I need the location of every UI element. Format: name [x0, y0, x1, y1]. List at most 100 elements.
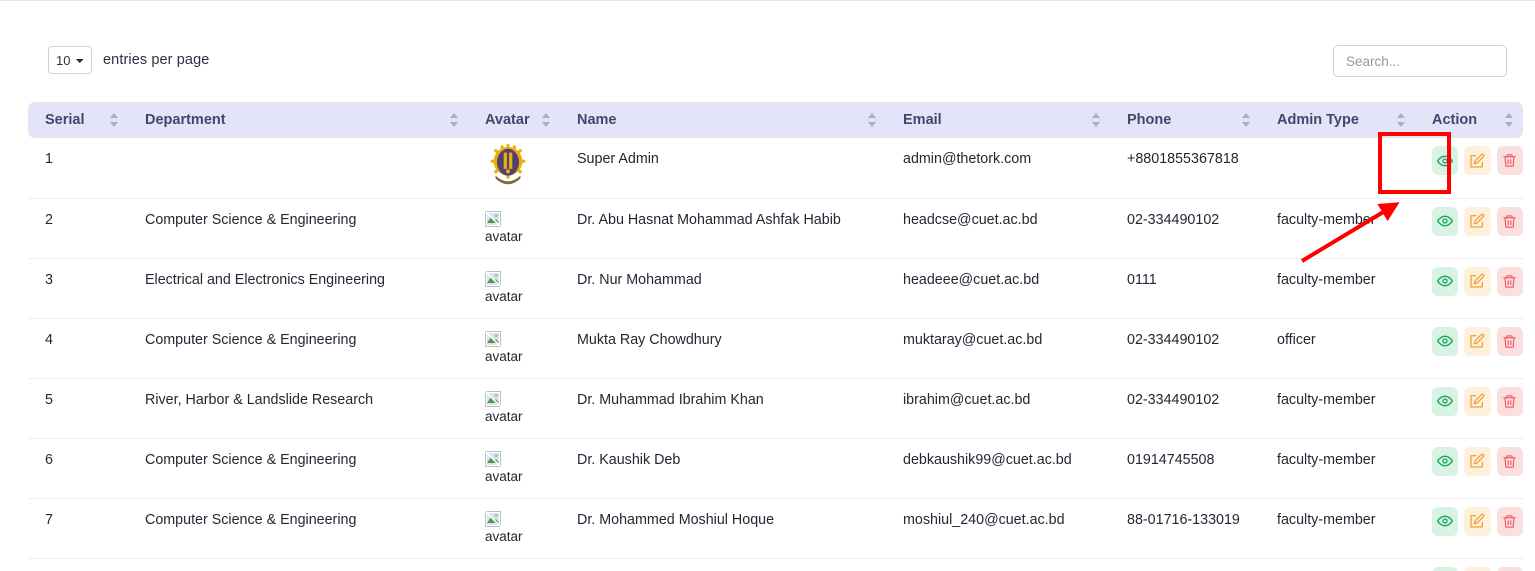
admins-table-container: Serial Department Avatar Name — [28, 102, 1523, 571]
delete-button[interactable] — [1497, 507, 1523, 536]
delete-button[interactable] — [1497, 327, 1523, 356]
cell-admin-type: faculty-member — [1260, 378, 1415, 438]
sort-icon[interactable] — [1505, 112, 1515, 128]
sort-icon[interactable] — [110, 112, 120, 128]
entries-per-page-label: entries per page — [103, 52, 209, 68]
cell-email: debkaushik99@cuet.ac.bd — [886, 438, 1110, 498]
admin-list-page: 10 25 50 100 entries per page — [0, 0, 1535, 571]
column-label: Action — [1432, 112, 1477, 128]
avatar-broken-image: avatar — [485, 391, 560, 424]
cell-email: ibrahim@cuet.ac.bd — [886, 378, 1110, 438]
cell-phone: 02-334490102 — [1110, 198, 1260, 258]
edit-button[interactable] — [1464, 207, 1490, 236]
cell-serial: 2 — [28, 198, 128, 258]
table-header-row: Serial Department Avatar Name — [28, 102, 1523, 138]
sort-icon[interactable] — [542, 112, 552, 128]
sort-icon[interactable] — [1092, 112, 1102, 128]
edit-button[interactable] — [1464, 507, 1490, 536]
view-button[interactable] — [1432, 387, 1458, 416]
column-label: Name — [577, 112, 617, 128]
trash-icon — [1502, 153, 1517, 168]
cell-admin-type: faculty-member — [1260, 498, 1415, 558]
eye-icon — [1437, 213, 1453, 229]
table-row[interactable]: 2Computer Science & EngineeringavatarDr.… — [28, 198, 1523, 258]
pencil-square-icon — [1469, 153, 1485, 169]
column-header-serial[interactable]: Serial — [28, 102, 128, 138]
table-head: Serial Department Avatar Name — [28, 102, 1523, 138]
cell-department: Computer Science & Engineering — [128, 198, 468, 258]
edit-button[interactable] — [1464, 327, 1490, 356]
column-header-department[interactable]: Department — [128, 102, 468, 138]
action-button-group — [1432, 267, 1523, 296]
edit-button[interactable] — [1464, 387, 1490, 416]
eye-icon — [1437, 333, 1453, 349]
cell-phone: 01914745508 — [1110, 438, 1260, 498]
column-header-phone[interactable]: Phone — [1110, 102, 1260, 138]
table-row[interactable] — [28, 558, 1523, 571]
delete-button[interactable] — [1497, 146, 1523, 175]
sort-icon[interactable] — [1397, 112, 1407, 128]
edit-button[interactable] — [1464, 146, 1490, 175]
cell-name: Dr. Mohammed Moshiul Hoque — [560, 498, 886, 558]
avatar-alt-text: avatar — [485, 349, 560, 364]
cell-admin-type — [1260, 558, 1415, 571]
cell-email: admin@thetork.com — [886, 138, 1110, 198]
cell-department: River, Harbor & Landslide Research — [128, 378, 468, 438]
eye-icon — [1437, 453, 1453, 469]
table-toolbar: 10 25 50 100 entries per page — [28, 31, 1507, 91]
edit-button[interactable] — [1464, 267, 1490, 296]
action-button-group — [1432, 567, 1523, 571]
pencil-square-icon — [1469, 453, 1485, 469]
search-input[interactable] — [1333, 45, 1507, 77]
column-header-email[interactable]: Email — [886, 102, 1110, 138]
cell-serial: 7 — [28, 498, 128, 558]
cell-action — [1415, 318, 1523, 378]
cell-admin-type: faculty-member — [1260, 438, 1415, 498]
cell-avatar: avatar — [468, 318, 560, 378]
table-row[interactable]: 3Electrical and Electronics Engineeringa… — [28, 258, 1523, 318]
cell-phone: 02-334490102 — [1110, 318, 1260, 378]
delete-button[interactable] — [1497, 447, 1523, 476]
avatar-alt-text: avatar — [485, 529, 560, 544]
column-header-name[interactable]: Name — [560, 102, 886, 138]
table-row[interactable]: 1Super Adminadmin@thetork.com+8801855367… — [28, 138, 1523, 198]
cell-department: Computer Science & Engineering — [128, 438, 468, 498]
avatar-alt-text: avatar — [485, 289, 560, 304]
entries-per-page-select[interactable]: 10 25 50 100 — [48, 46, 92, 74]
table-row[interactable]: 7Computer Science & Engineering avatarDr.… — [28, 498, 1523, 558]
view-button[interactable] — [1432, 507, 1458, 536]
sort-icon[interactable] — [450, 112, 460, 128]
cell-name — [560, 558, 886, 571]
sort-icon[interactable] — [868, 112, 878, 128]
cell-avatar: avatar — [468, 438, 560, 498]
cell-name: Dr. Muhammad Ibrahim Khan — [560, 378, 886, 438]
trash-icon — [1502, 514, 1517, 529]
avatar-broken-image: avatar — [485, 271, 560, 304]
table-body: 1Super Adminadmin@thetork.com+8801855367… — [28, 138, 1523, 571]
cell-department: Computer Science & Engineering — [128, 498, 468, 558]
column-header-avatar[interactable]: Avatar — [468, 102, 560, 138]
column-label: Phone — [1127, 112, 1171, 128]
table-row[interactable]: 5River, Harbor & Landslide Researchavata… — [28, 378, 1523, 438]
view-button[interactable] — [1432, 207, 1458, 236]
cell-serial: 1 — [28, 138, 128, 198]
view-button[interactable] — [1432, 567, 1458, 571]
sort-icon[interactable] — [1242, 112, 1252, 128]
cell-serial: 6 — [28, 438, 128, 498]
edit-button[interactable] — [1464, 567, 1490, 571]
view-button[interactable] — [1432, 447, 1458, 476]
trash-icon — [1502, 334, 1517, 349]
pencil-square-icon — [1469, 213, 1485, 229]
delete-button[interactable] — [1497, 567, 1523, 571]
cell-action — [1415, 558, 1523, 571]
edit-button[interactable] — [1464, 447, 1490, 476]
table-row[interactable]: 6Computer Science & EngineeringavatarDr.… — [28, 438, 1523, 498]
view-button[interactable] — [1432, 267, 1458, 296]
view-button[interactable] — [1432, 327, 1458, 356]
table-row[interactable]: 4Computer Science & EngineeringavatarMuk… — [28, 318, 1523, 378]
cell-name: Mukta Ray Chowdhury — [560, 318, 886, 378]
pencil-square-icon — [1469, 393, 1485, 409]
delete-button[interactable] — [1497, 267, 1523, 296]
delete-button[interactable] — [1497, 207, 1523, 236]
delete-button[interactable] — [1497, 387, 1523, 416]
